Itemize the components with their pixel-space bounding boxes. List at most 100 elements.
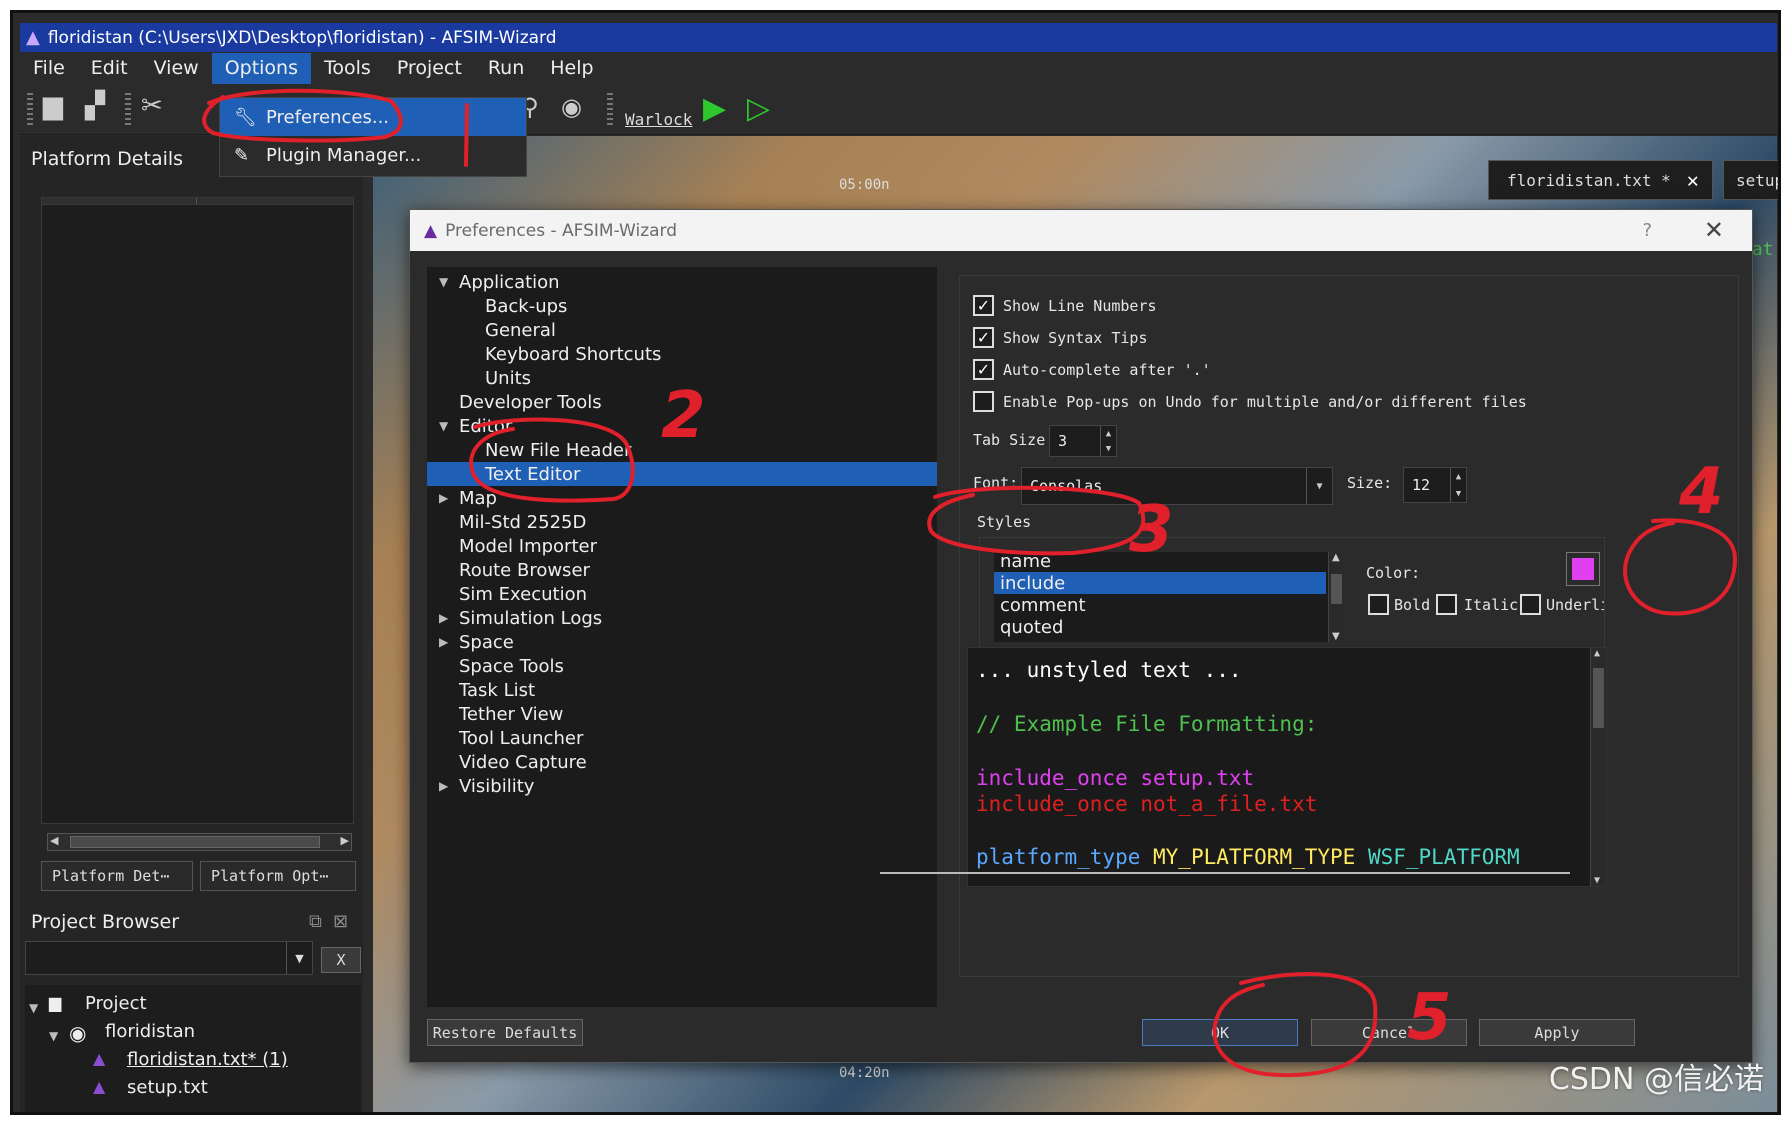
apply-button[interactable]: Apply: [1479, 1019, 1635, 1046]
nav-item[interactable]: Keyboard Shortcuts: [427, 342, 937, 366]
nav-item[interactable]: ▼ Application: [427, 270, 937, 294]
nav-item[interactable]: New File Header: [427, 438, 937, 462]
scroll-thumb[interactable]: [1593, 668, 1604, 728]
scroll-up-icon[interactable]: ▲: [1332, 552, 1340, 563]
ok-button[interactable]: OK: [1142, 1019, 1298, 1046]
horizontal-scrollbar[interactable]: ◀ ▶: [47, 833, 352, 851]
nav-item[interactable]: Space Tools: [427, 654, 937, 678]
close-dock-icon[interactable]: ⊠: [333, 911, 348, 932]
editor-tab-floridistan[interactable]: floridistan.txt * ✕: [1488, 160, 1713, 200]
style-item-comment[interactable]: comment: [994, 594, 1326, 616]
run-icon[interactable]: ▶: [703, 91, 726, 126]
save-icon[interactable]: ▆: [43, 91, 63, 121]
bold-checkbox[interactable]: [1368, 594, 1389, 615]
menu-help[interactable]: Help: [537, 53, 606, 84]
warlock-link[interactable]: Warlock: [625, 110, 692, 129]
spin-arrows-icon[interactable]: ▲ ▼: [1450, 468, 1466, 502]
nav-item[interactable]: ▶ Map: [427, 486, 937, 510]
expand-arrow-icon[interactable]: ▼: [439, 419, 448, 433]
undo-popups-checkbox[interactable]: [973, 391, 994, 412]
dialog-close-button[interactable]: ✕: [1704, 216, 1724, 244]
help-button[interactable]: ?: [1642, 220, 1652, 241]
font-size-spinbox[interactable]: 12 ▲ ▼: [1403, 467, 1467, 503]
nav-item[interactable]: Mil-Std 2525D: [427, 510, 937, 534]
scroll-up-icon[interactable]: ▲: [1594, 648, 1600, 659]
run-outline-icon[interactable]: ▷: [747, 91, 770, 126]
tree-file-floridistan[interactable]: floridistan.txt* (1): [127, 1049, 288, 1070]
clear-filter-button[interactable]: X: [321, 947, 361, 973]
chevron-down-icon[interactable]: ▼: [286, 942, 312, 974]
font-combo[interactable]: Consolas ▼: [1021, 467, 1333, 505]
nav-item[interactable]: Task List: [427, 678, 937, 702]
style-item-quoted[interactable]: quoted: [994, 616, 1326, 638]
nav-item[interactable]: General: [427, 318, 937, 342]
close-icon[interactable]: ✕: [1687, 168, 1699, 192]
nav-item[interactable]: Route Browser: [427, 558, 937, 582]
save-all-icon[interactable]: ▞: [85, 91, 105, 121]
collapse-arrow-icon[interactable]: ▶: [439, 635, 448, 649]
tab-platform-options[interactable]: Platform Opt⋯: [200, 861, 356, 891]
nav-item[interactable]: Tool Launcher: [427, 726, 937, 750]
style-item-include[interactable]: include: [994, 572, 1326, 594]
cancel-button[interactable]: Cancel: [1311, 1019, 1467, 1046]
toolbar-grip[interactable]: [607, 93, 613, 127]
nav-item[interactable]: Video Capture: [427, 750, 937, 774]
nav-item[interactable]: Text Editor: [427, 462, 937, 486]
scroll-down-icon[interactable]: ▼: [1332, 631, 1340, 642]
project-filter-combo[interactable]: ▼: [25, 941, 313, 975]
expand-arrow-icon[interactable]: ▼: [49, 1029, 58, 1043]
toolbar-grip[interactable]: [125, 93, 131, 127]
nav-item[interactable]: Sim Execution: [427, 582, 937, 606]
nav-item[interactable]: ▶ Simulation Logs: [427, 606, 937, 630]
tree-project-root[interactable]: Project: [85, 993, 147, 1014]
scroll-left-icon[interactable]: ◀: [50, 834, 58, 847]
float-icon[interactable]: ⧉: [309, 911, 322, 932]
spin-arrows-icon[interactable]: ▲ ▼: [1100, 426, 1116, 456]
collapse-arrow-icon[interactable]: ▶: [439, 611, 448, 625]
underline-checkbox[interactable]: [1520, 594, 1541, 615]
nav-item[interactable]: ▼ Editor: [427, 414, 937, 438]
color-picker-button[interactable]: [1566, 552, 1600, 586]
expand-arrow-icon[interactable]: ▼: [439, 275, 448, 289]
nav-item[interactable]: Back-ups: [427, 294, 937, 318]
menu-item-preferences[interactable]: 🔧︎ Preferences...: [220, 98, 526, 136]
tree-project-floridistan[interactable]: floridistan: [105, 1021, 195, 1042]
menu-project[interactable]: Project: [384, 53, 475, 84]
show-syntax-tips-checkbox[interactable]: ✓: [973, 327, 994, 348]
nav-item[interactable]: ▶ Visibility: [427, 774, 937, 798]
editor-tab-setup[interactable]: setup: [1723, 160, 1778, 200]
scissors-icon[interactable]: ✂: [141, 91, 163, 121]
nav-item[interactable]: Tether View: [427, 702, 937, 726]
styles-list[interactable]: name include comment quoted ▲ ▼: [994, 552, 1344, 642]
menu-run[interactable]: Run: [475, 53, 537, 84]
expand-arrow-icon[interactable]: ▼: [29, 1001, 38, 1015]
tab-platform-details[interactable]: Platform Det⋯: [41, 861, 193, 891]
scroll-down-icon[interactable]: ▼: [1594, 875, 1600, 886]
chevron-down-icon[interactable]: ▼: [1306, 468, 1332, 504]
show-line-numbers-checkbox[interactable]: ✓: [973, 295, 994, 316]
nav-item[interactable]: Units: [427, 366, 937, 390]
restore-defaults-button[interactable]: Restore Defaults: [427, 1019, 583, 1046]
menu-item-plugin-manager[interactable]: ✎ Plugin Manager...: [220, 136, 526, 174]
toolbar-grip[interactable]: [27, 93, 33, 127]
nav-item[interactable]: ▶ Space: [427, 630, 937, 654]
eye-icon[interactable]: ◉: [561, 93, 582, 121]
menu-file[interactable]: File: [20, 53, 78, 84]
scroll-thumb[interactable]: [1331, 574, 1342, 604]
menu-edit[interactable]: Edit: [78, 53, 141, 84]
collapse-arrow-icon[interactable]: ▶: [439, 779, 448, 793]
menu-tools[interactable]: Tools: [311, 53, 384, 84]
styles-scrollbar[interactable]: ▲ ▼: [1328, 552, 1344, 642]
italic-checkbox[interactable]: [1436, 594, 1457, 615]
scroll-right-icon[interactable]: ▶: [341, 834, 349, 847]
nav-item[interactable]: Developer Tools: [427, 390, 937, 414]
tree-file-setup[interactable]: setup.txt: [127, 1077, 208, 1098]
nav-item[interactable]: Model Importer: [427, 534, 937, 558]
scroll-thumb[interactable]: [70, 836, 320, 848]
style-item-name[interactable]: name: [994, 552, 1326, 572]
collapse-arrow-icon[interactable]: ▶: [439, 491, 448, 505]
menu-view[interactable]: View: [141, 53, 212, 84]
tab-size-spinbox[interactable]: 3 ▲ ▼: [1049, 425, 1117, 457]
menu-options[interactable]: Options: [211, 53, 311, 84]
preview-scrollbar[interactable]: ▲ ▼: [1590, 648, 1606, 886]
